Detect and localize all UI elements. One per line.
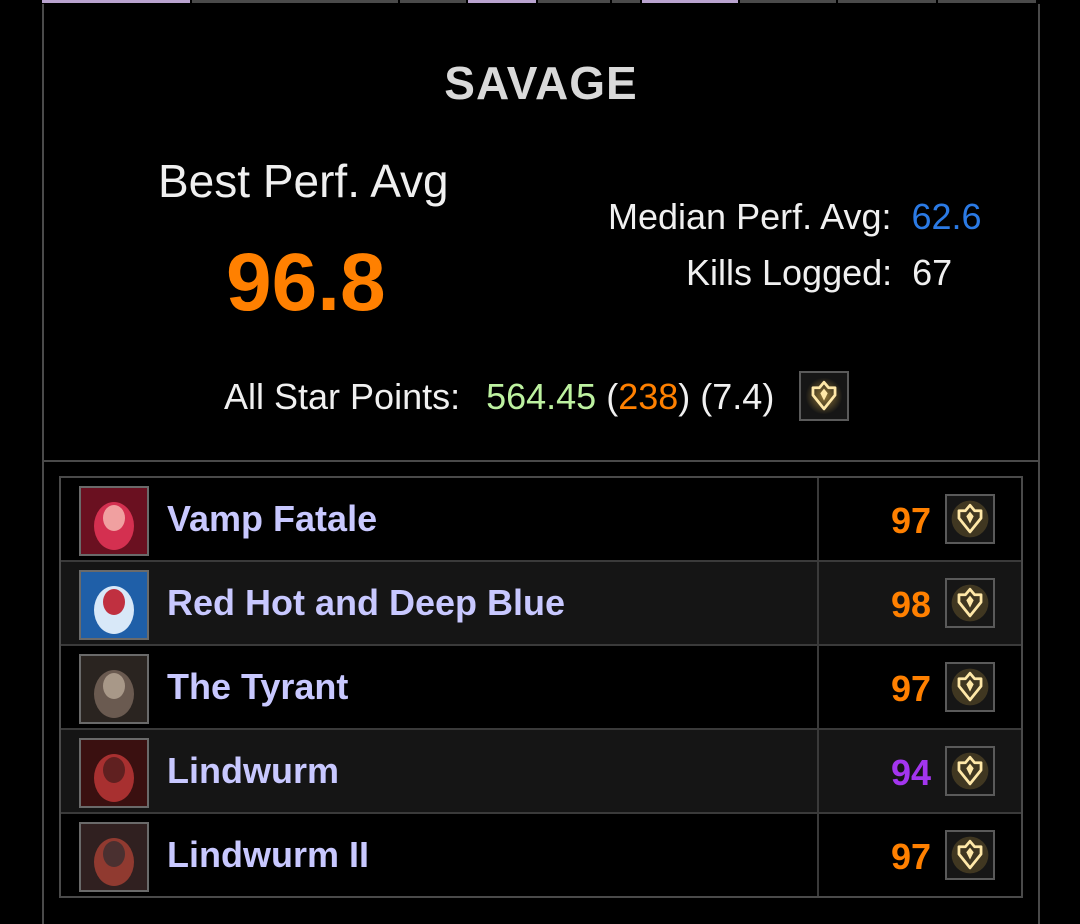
boss-name[interactable]: Lindwurm II <box>167 834 369 876</box>
boss-row[interactable]: The Tyrant 97 <box>61 646 1021 730</box>
kills-logged-label: Kills Logged: <box>686 252 893 293</box>
crest-icon <box>951 752 989 790</box>
tab-indicator[interactable] <box>538 0 610 3</box>
all-star-rank-value: 238 <box>618 376 679 417</box>
boss-name[interactable]: Lindwurm <box>167 750 339 792</box>
vamp-fatale-portrait-icon[interactable] <box>79 486 149 556</box>
section-title: SAVAGE <box>444 57 638 109</box>
tab-indicator[interactable] <box>192 0 398 3</box>
all-star-points-value: 564.45 <box>486 376 597 417</box>
kills-logged-row: Kills Logged: 67 <box>686 252 952 294</box>
boss-score: 97 <box>890 668 931 709</box>
crest-icon <box>951 668 989 706</box>
best-perf-value: 96.8 <box>226 237 386 328</box>
allstar-crest-icon <box>805 377 843 415</box>
boss-name[interactable]: Vamp Fatale <box>167 498 377 540</box>
boss-row[interactable]: Lindwurm II 97 <box>61 814 1021 896</box>
savage-panel: SAVAGE Best Perf. Avg 96.8 Median Perf. … <box>42 4 1040 924</box>
tab-indicator[interactable] <box>642 0 738 3</box>
boss-crest-button[interactable] <box>945 578 995 628</box>
tyrant-portrait-icon[interactable] <box>79 654 149 724</box>
tab-indicator[interactable] <box>838 0 936 3</box>
boss-crest-button[interactable] <box>945 662 995 712</box>
all-star-points-row: All Star Points: 564.45 (238) (7.4) <box>224 371 849 421</box>
all-star-icon-button[interactable] <box>799 371 849 421</box>
column-separator <box>817 730 819 812</box>
boss-crest-button[interactable] <box>945 494 995 544</box>
median-perf-value: 62.6 <box>911 196 982 237</box>
boss-row[interactable]: Lindwurm 94 <box>61 730 1021 814</box>
boss-table: Vamp Fatale 97 Red Hot and Deep Blue 98 The … <box>59 476 1023 898</box>
column-separator <box>817 562 819 644</box>
column-separator <box>817 478 819 560</box>
all-star-extra-value: (7.4) <box>700 376 775 417</box>
crest-icon <box>951 500 989 538</box>
boss-score: 98 <box>890 584 931 625</box>
boss-name[interactable]: The Tyrant <box>167 666 348 708</box>
best-perf-label: Best Perf. Avg <box>158 155 449 207</box>
median-perf-row: Median Perf. Avg: 62.6 <box>608 196 982 238</box>
tab-indicator[interactable] <box>612 0 640 3</box>
kills-logged-value: 67 <box>912 252 953 293</box>
boss-row[interactable]: Vamp Fatale 97 <box>61 478 1021 562</box>
boss-row[interactable]: Red Hot and Deep Blue 98 <box>61 562 1021 646</box>
boss-crest-button[interactable] <box>945 746 995 796</box>
lindwurm-portrait-icon[interactable] <box>79 738 149 808</box>
boss-score: 94 <box>890 752 931 793</box>
median-perf-label: Median Perf. Avg: <box>608 196 892 237</box>
boss-score: 97 <box>890 500 931 541</box>
column-separator <box>817 814 819 896</box>
tab-indicator[interactable] <box>468 0 536 3</box>
crest-icon <box>951 584 989 622</box>
all-star-label: All Star Points: <box>224 376 461 417</box>
column-separator <box>817 646 819 728</box>
lindwurm-ii-portrait-icon[interactable] <box>79 822 149 892</box>
boss-name[interactable]: Red Hot and Deep Blue <box>167 582 565 624</box>
crest-icon <box>951 836 989 874</box>
boss-score: 97 <box>890 836 931 877</box>
section-divider <box>44 460 1038 462</box>
tab-indicator[interactable] <box>740 0 836 3</box>
tab-indicator[interactable] <box>400 0 466 3</box>
tab-indicator[interactable] <box>42 0 190 3</box>
tab-indicator[interactable] <box>938 0 1036 3</box>
red-hot-deep-blue-portrait-icon[interactable] <box>79 570 149 640</box>
boss-crest-button[interactable] <box>945 830 995 880</box>
